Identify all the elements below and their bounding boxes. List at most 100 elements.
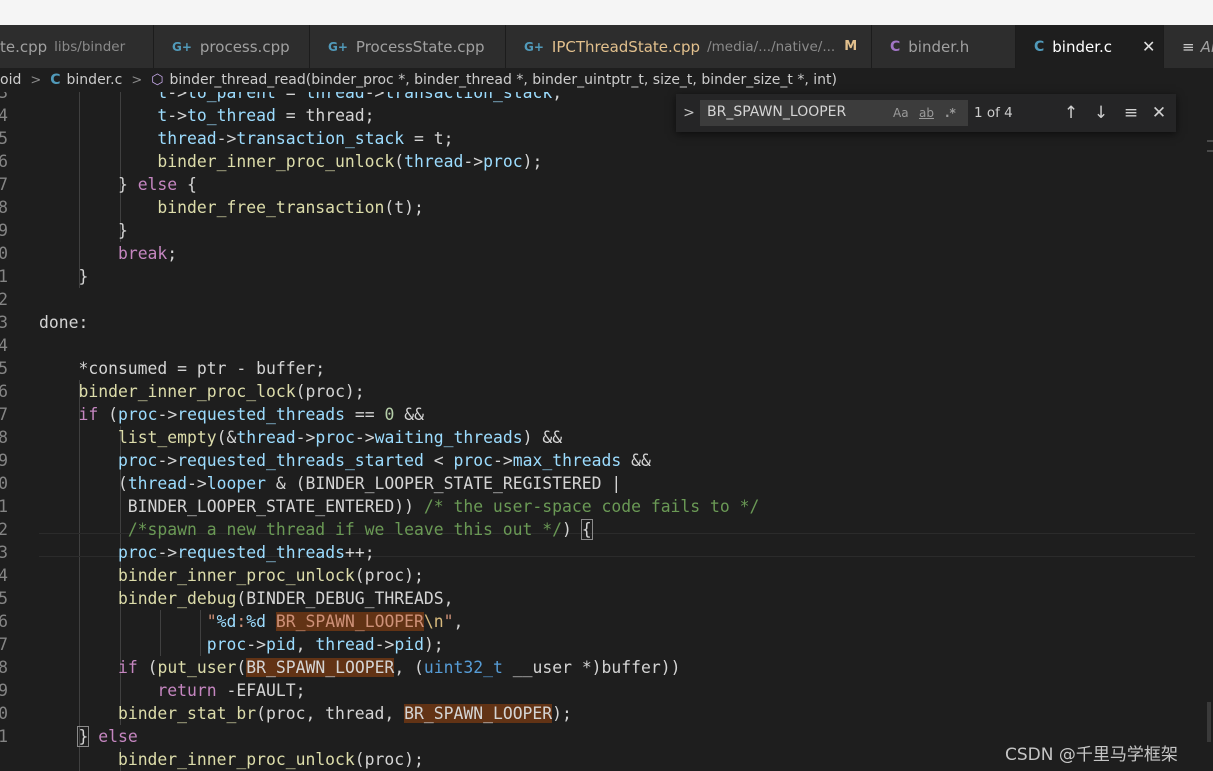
tab-processstate-cpp[interactable]: G+ ProcessState.cpp bbox=[310, 25, 506, 68]
code-text: } else bbox=[77, 726, 138, 747]
tab-overflow[interactable]: ≡ Ar bbox=[1164, 25, 1213, 68]
tab-binder-h[interactable]: C binder.h bbox=[872, 25, 1016, 68]
find-query: BR_SPAWN_LOOPER bbox=[707, 104, 847, 120]
code-text: t->to_parent = thread->transaction_stack… bbox=[157, 92, 563, 102]
c-header-file-icon: C bbox=[890, 38, 901, 55]
code-line: 1 } bbox=[0, 265, 1213, 288]
line-number: 8 bbox=[0, 658, 8, 677]
c-file-icon: C bbox=[1034, 38, 1045, 55]
tab-process-cpp[interactable]: G+ process.cpp bbox=[154, 25, 310, 68]
line-number: 0 bbox=[0, 244, 8, 263]
tab-label: Ar bbox=[1200, 37, 1213, 56]
code-text: binder_inner_proc_unlock(proc); bbox=[117, 566, 424, 585]
line-number: 2 bbox=[0, 290, 8, 309]
tab-label: IPCThreadState.cpp bbox=[551, 37, 701, 56]
code-line: 7 if (proc->requested_threads == 0 && bbox=[0, 403, 1213, 426]
line-number: 4 bbox=[0, 336, 8, 355]
code-line: 3 done: bbox=[0, 311, 1213, 334]
lines-icon: ≡ bbox=[1182, 37, 1195, 56]
code-line: 9 } bbox=[0, 219, 1213, 242]
line-number: 3 bbox=[0, 92, 8, 102]
breadcrumb-file[interactable]: binder.c bbox=[67, 72, 123, 88]
window-top-strip bbox=[0, 0, 1213, 25]
code-line: 0 (thread->looper & (BINDER_LOOPER_STATE… bbox=[0, 472, 1213, 495]
line-number: 3 bbox=[0, 543, 8, 562]
line-number: 1 bbox=[0, 497, 8, 516]
minimap-marker bbox=[1207, 150, 1213, 152]
line-number: 6 bbox=[0, 612, 8, 631]
line-number: 0 bbox=[0, 474, 8, 493]
close-tab-icon[interactable]: ✕ bbox=[1142, 37, 1155, 56]
line-number: 1 bbox=[0, 727, 8, 746]
tab-state-cpp[interactable]: te.cpp libs/binder bbox=[0, 25, 154, 68]
code-text: return -EFAULT; bbox=[157, 681, 306, 700]
code-text: t->to_thread = thread; bbox=[157, 106, 375, 125]
code-editor[interactable]: 3 t->to_parent = thread->transaction_sta… bbox=[0, 92, 1213, 771]
whole-word-toggle[interactable]: ab bbox=[919, 106, 934, 120]
code-text: thread->transaction_stack = t; bbox=[157, 129, 454, 148]
tab-binder-c[interactable]: C binder.c ✕ bbox=[1016, 25, 1164, 68]
code-line: 2 bbox=[0, 288, 1213, 311]
arrow-up-icon[interactable]: ↑ bbox=[1060, 101, 1082, 125]
code-line: 8 binder_free_transaction(t); bbox=[0, 196, 1213, 219]
line-number: 9 bbox=[0, 221, 8, 240]
line-number: 5 bbox=[0, 589, 8, 608]
breadcrumb-folder[interactable]: oid bbox=[0, 72, 21, 88]
line-number: 5 bbox=[0, 359, 8, 378]
line-number: 7 bbox=[0, 635, 8, 654]
tab-ipcthreadstate-cpp[interactable]: G+ IPCThreadState.cpp /media/.../native/… bbox=[506, 25, 872, 68]
tab-description: libs/binder bbox=[54, 38, 126, 55]
code-line: 5 binder_debug(BINDER_DEBUG_THREADS, bbox=[0, 587, 1213, 610]
watermark: CSDN @千里马学框架 bbox=[1005, 745, 1178, 765]
line-number: 8 bbox=[0, 428, 8, 447]
code-text: (thread->looper & (BINDER_LOOPER_STATE_R… bbox=[39, 474, 622, 493]
chevron-right-icon: > bbox=[30, 72, 42, 88]
tab-description: /media/.../native/... bbox=[707, 38, 836, 55]
editor-tab-bar: te.cpp libs/binder G+ process.cpp G+ Pro… bbox=[0, 25, 1213, 68]
code-text: break; bbox=[117, 244, 178, 263]
regex-toggle[interactable]: .* bbox=[945, 106, 956, 120]
match-case-toggle[interactable]: Aa bbox=[893, 106, 909, 120]
code-text: if (proc->requested_threads == 0 && bbox=[78, 405, 424, 424]
find-input[interactable]: BR_SPAWN_LOOPER Aa ab .* bbox=[700, 100, 968, 126]
vertical-scrollbar[interactable] bbox=[1202, 92, 1213, 771]
code-line: 1 BINDER_LOOPER_STATE_ENTERED)) /* the u… bbox=[0, 495, 1213, 518]
line-number: 2 bbox=[0, 520, 8, 539]
code-line: 4 binder_inner_proc_unlock(proc); bbox=[0, 564, 1213, 587]
tab-label: process.cpp bbox=[199, 37, 290, 56]
line-number: 9 bbox=[0, 451, 8, 470]
chevron-right-icon: > bbox=[131, 72, 143, 88]
code-text: binder_free_transaction(t); bbox=[157, 198, 424, 217]
code-line: 6 binder_inner_proc_lock(proc); bbox=[0, 380, 1213, 403]
code-line: 7 proc->pid, thread->pid); bbox=[0, 633, 1213, 656]
code-text: } bbox=[39, 221, 128, 240]
code-text: binder_stat_br(proc, thread, BR_SPAWN_LO… bbox=[117, 704, 572, 723]
code-line: 7 } else { bbox=[0, 173, 1213, 196]
line-number: 6 bbox=[0, 382, 8, 401]
find-in-selection-icon[interactable]: ≡ bbox=[1120, 101, 1142, 125]
modified-badge: M bbox=[844, 39, 858, 54]
code-line: 0 binder_stat_br(proc, thread, BR_SPAWN_… bbox=[0, 702, 1213, 725]
code-line: 5 *consumed = ptr - buffer; bbox=[0, 357, 1213, 380]
code-text: proc->requested_threads++; bbox=[117, 543, 375, 562]
symbol-method-icon: ⬡ bbox=[151, 72, 164, 88]
line-number: 5 bbox=[0, 129, 8, 148]
cpp-file-icon: G+ bbox=[172, 39, 192, 54]
code-line: 6 binder_inner_proc_unlock(thread->proc)… bbox=[0, 150, 1213, 173]
line-number: 0 bbox=[0, 704, 8, 723]
close-icon[interactable]: ✕ bbox=[1148, 101, 1170, 125]
tab-label: ProcessState.cpp bbox=[355, 37, 485, 56]
line-number: 9 bbox=[0, 681, 8, 700]
chevron-right-icon[interactable]: > bbox=[680, 94, 698, 132]
code-line: 4 bbox=[0, 334, 1213, 357]
line-number: 6 bbox=[0, 152, 8, 171]
code-text: if (put_user(BR_SPAWN_LOOPER, (uint32_t … bbox=[117, 658, 681, 677]
code-text: binder_inner_proc_lock(proc); bbox=[78, 382, 365, 401]
arrow-down-icon[interactable]: ↓ bbox=[1090, 101, 1112, 125]
cpp-file-icon: G+ bbox=[524, 39, 544, 54]
code-line: 3 proc->requested_threads++; bbox=[0, 541, 1213, 564]
line-number: 4 bbox=[0, 566, 8, 585]
match-count: 1 of 4 bbox=[974, 105, 1013, 121]
cpp-file-icon: G+ bbox=[328, 39, 348, 54]
breadcrumb-symbol[interactable]: binder_thread_read(binder_proc *, binder… bbox=[169, 72, 836, 88]
